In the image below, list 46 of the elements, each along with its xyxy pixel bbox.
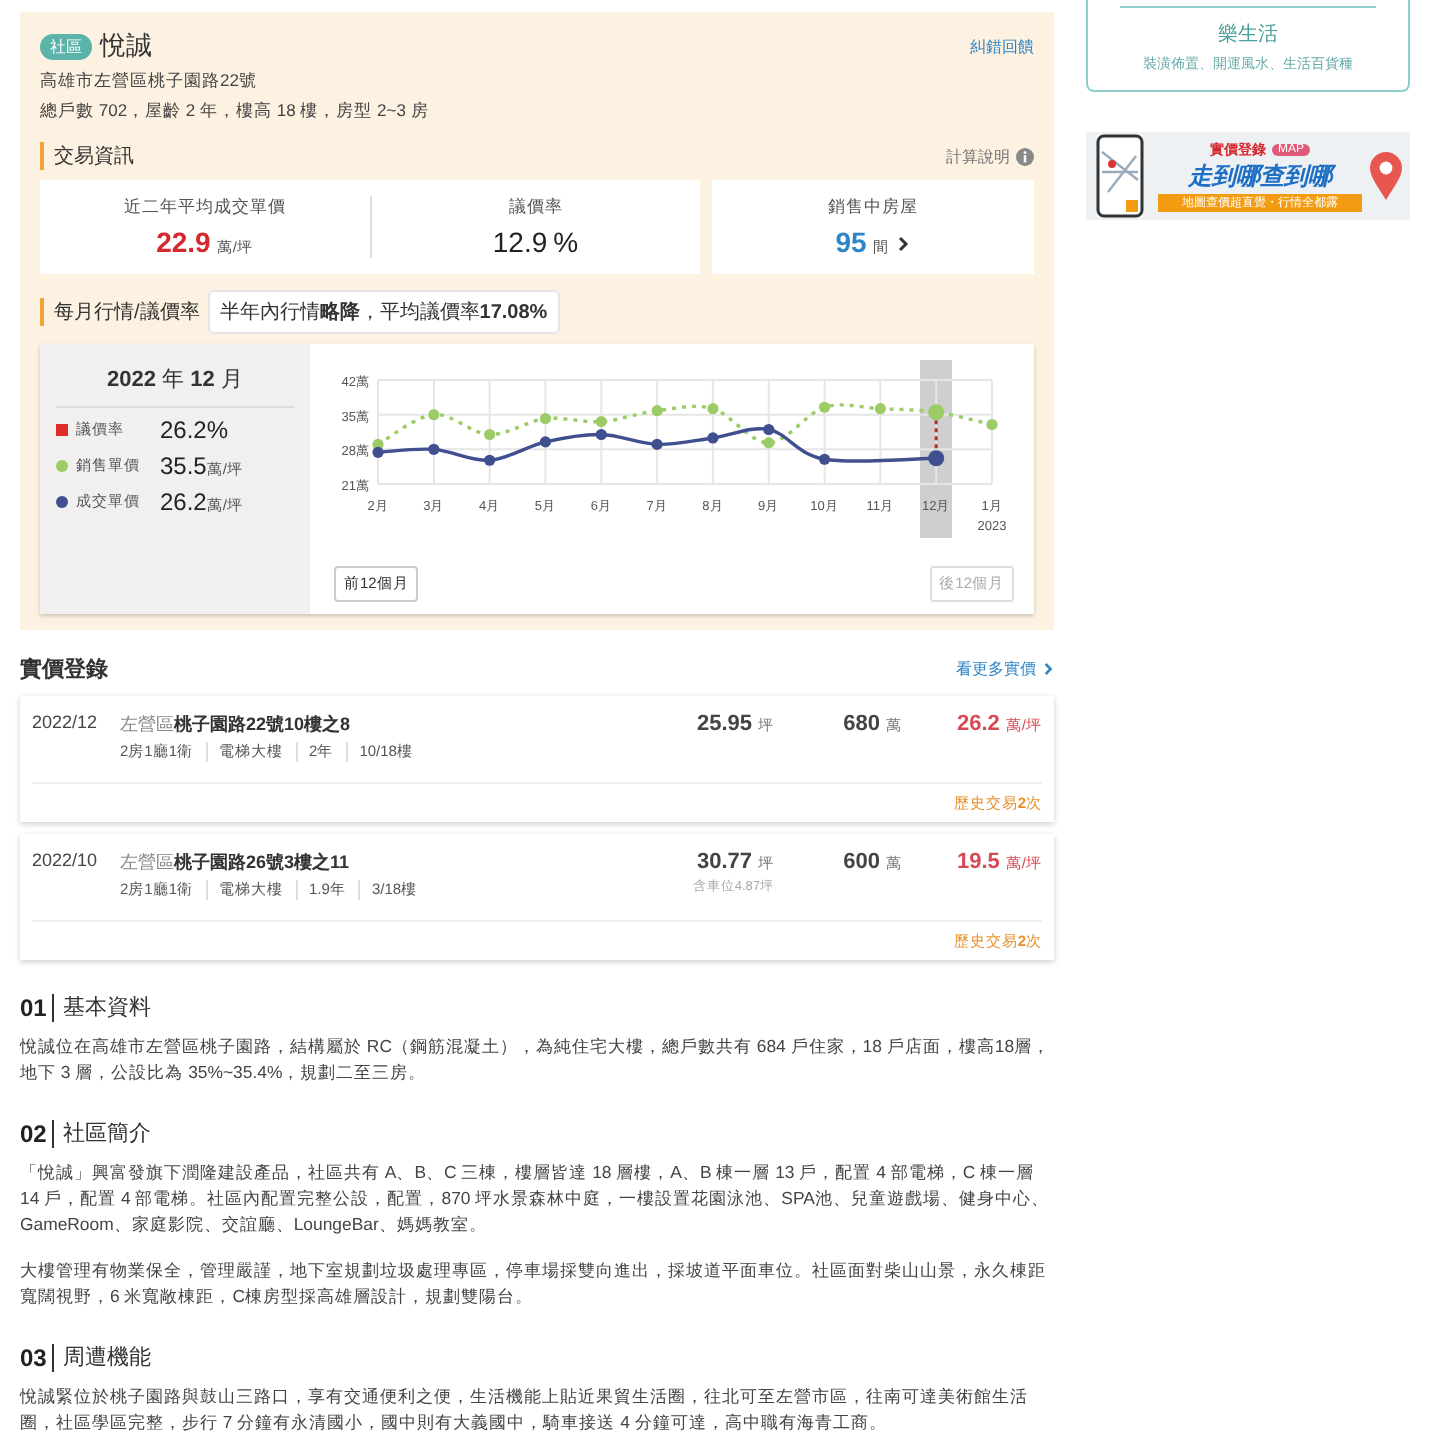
total-price: 600	[843, 850, 880, 874]
stat-label: 銷售中房屋	[826, 196, 920, 220]
banner-headline: 走到哪查到哪	[1185, 160, 1338, 194]
summary-text: 總戶數 702，屋齡 2 年，樓高 18 樓，房型 2~3 房	[40, 100, 431, 124]
paragraph: 大樓管理有物業保全，管理嚴謹，地下室規劃垃圾處理專區，停車場採雙向進出，採坡道平面車位。社區面對柴山山景，永久棟距寬闊視野，6 米寬敞棟距，C棟房型採高雄層設計，規劃雙陽台。	[20, 1258, 1048, 1310]
legend-value: 26.2%	[160, 416, 229, 444]
section-number: 02	[20, 1119, 55, 1147]
stat-label: 近二年平均成交單價	[121, 196, 288, 220]
section-title: 周遭機能	[62, 1344, 151, 1372]
tooltip: 半年內行情略降，平均議價率17.08%	[207, 290, 560, 334]
community-tag: 社區	[40, 33, 92, 59]
stat-value: 12.9	[492, 226, 548, 258]
area-value: 25.95	[696, 712, 752, 736]
help-link[interactable]: 計算說明	[946, 145, 1034, 167]
more-link[interactable]: 看更多實價	[956, 658, 1054, 680]
paragraph: 悅誠緊位於桃子園路與鼓山三路口，享有交通便利之便，生活機能上貼近果貿生活圈，往北可至左營市區，往南可達美術館生活圈，社區學區完整，步行 7 分鐘有永清國小，國中則有大義國中，騎車接送 4 分鐘可達，高中職有海青工商。	[20, 1384, 1030, 1436]
unit-price: 26.2	[956, 712, 1000, 736]
community-name: 悅誠	[100, 28, 152, 64]
stat-label: 議價率	[506, 196, 565, 220]
section-number: 01	[20, 993, 55, 1021]
paragraph: 「悅誠」興富發旗下潤隆建設產品，社區共有 A、B、C 三棟，樓層皆達 18 層樓，A、B 棟一層 13 戶，配置 4 部電梯，C 棟一層 14 戶，配置 4 部電梯。社區內配置完整公設，配置，870 坪水景森林中庭，一樓設置花園泳池、SPA池、兒童遊戲場、健身中心、GameRoom、家庭影院、交誼廳、LoungeBar、媽媽教室。	[20, 1160, 1051, 1238]
legend-value: 26.2	[160, 488, 207, 516]
district-text: 左營區	[120, 852, 174, 872]
paragraph: 悅誠位在高雄市左營區桃子園路，結構屬於 RC（鋼筋混凝土），為純住宅大樓，總戶數共有 684 戶住家，18 戶店面，樓高18層，地下 3 層，公設比為 35%~35.4%，規劃二至三房。	[20, 1034, 1053, 1086]
date-heading: 2022 年 12 月	[56, 364, 294, 408]
stat-value[interactable]: 95	[835, 226, 867, 258]
section-title: 實價登錄	[20, 655, 108, 684]
record-date: 2022/10	[32, 850, 100, 870]
section-title: 社區簡介	[62, 1120, 151, 1148]
card-title: 樂生活	[1120, 6, 1376, 48]
district-text: 左營區	[120, 714, 174, 734]
address-text: 桃子園路22號10樓之8	[174, 714, 351, 734]
stat-unit: %	[553, 226, 579, 258]
section-title: 每月行情/議價率	[40, 298, 200, 326]
section-title: 基本資料	[62, 994, 151, 1022]
section-number: 03	[20, 1343, 55, 1371]
area-value: 30.77	[696, 850, 752, 874]
feedback-link[interactable]: 糾錯回饋	[970, 35, 1034, 57]
section-title: 交易資訊	[40, 142, 134, 170]
record-date: 2022/12	[32, 712, 100, 732]
unit-price: 19.5	[956, 850, 1000, 874]
total-price: 680	[843, 712, 880, 736]
stat-value: 22.9	[156, 226, 211, 258]
address-text: 桃子園路26號3樓之11	[174, 852, 350, 872]
legend-value: 35.5	[160, 452, 207, 480]
address-text: 高雄市左營區桃子園路22號	[40, 70, 259, 94]
